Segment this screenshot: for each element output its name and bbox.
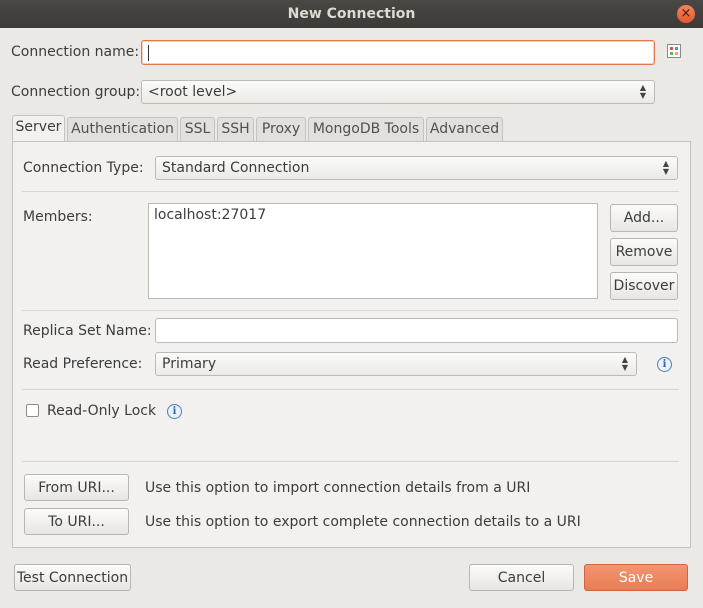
members-list[interactable]: localhost:27017: [148, 203, 598, 299]
save-button[interactable]: Save: [584, 564, 688, 591]
to-uri-button[interactable]: To URI...: [24, 508, 129, 535]
to-uri-description: Use this option to export complete conne…: [145, 514, 581, 530]
connection-type-value: Standard Connection: [162, 160, 310, 176]
tab-mongodb-tools[interactable]: MongoDB Tools: [308, 117, 424, 141]
window-title: New Connection: [287, 6, 416, 22]
tab-label: Authentication: [71, 121, 174, 137]
connection-group-value: <root level>: [148, 84, 238, 100]
connection-type-select[interactable]: Standard Connection ▲ ▼: [155, 156, 678, 180]
text-caret: [148, 45, 149, 61]
insert-variable-icon[interactable]: [667, 44, 681, 58]
divider: [22, 389, 679, 390]
tab-server[interactable]: Server: [12, 115, 65, 142]
test-connection-button[interactable]: Test Connection: [14, 564, 131, 591]
remove-member-button[interactable]: Remove: [610, 238, 678, 266]
divider: [22, 310, 679, 311]
combo-arrows-icon: ▲ ▼: [621, 355, 628, 372]
cancel-button[interactable]: Cancel: [469, 564, 574, 591]
tab-label: SSL: [184, 121, 211, 137]
tab-label: SSH: [221, 121, 250, 137]
info-icon[interactable]: i: [657, 357, 672, 372]
tab-label: Proxy: [261, 121, 301, 137]
connection-type-label: Connection Type:: [23, 160, 144, 176]
add-member-button[interactable]: Add...: [610, 204, 678, 232]
combo-arrows-icon: ▲ ▼: [639, 83, 646, 100]
tab-ssl[interactable]: SSL: [180, 117, 215, 141]
tab-label: MongoDB Tools: [312, 121, 420, 137]
connection-name-label: Connection name:: [11, 44, 140, 60]
connection-group-select[interactable]: <root level> ▲ ▼: [141, 80, 655, 104]
read-only-lock-checkbox[interactable]: [26, 404, 39, 417]
connection-group-label: Connection group:: [11, 84, 141, 100]
close-icon: ×: [680, 6, 692, 21]
combo-arrows-icon: ▲ ▼: [662, 159, 669, 176]
close-window-button[interactable]: ×: [677, 5, 695, 23]
divider: [22, 461, 679, 462]
replica-set-input[interactable]: [155, 318, 678, 343]
tab-proxy[interactable]: Proxy: [256, 117, 306, 141]
replica-set-label: Replica Set Name:: [23, 323, 152, 339]
tab-authentication[interactable]: Authentication: [67, 117, 178, 141]
read-preference-value: Primary: [162, 356, 217, 372]
list-item[interactable]: localhost:27017: [154, 207, 592, 223]
divider: [22, 191, 679, 192]
window-titlebar: New Connection: [0, 0, 703, 28]
tab-advanced[interactable]: Advanced: [426, 117, 503, 141]
info-icon[interactable]: i: [167, 404, 182, 419]
from-uri-button[interactable]: From URI...: [24, 474, 129, 501]
discover-members-button[interactable]: Discover: [610, 272, 678, 300]
from-uri-description: Use this option to import connection det…: [145, 480, 531, 496]
read-preference-label: Read Preference:: [23, 356, 143, 372]
members-label: Members:: [23, 209, 93, 225]
read-only-lock-label[interactable]: Read-Only Lock: [47, 403, 156, 419]
tab-label: Advanced: [429, 121, 500, 137]
tab-label: Server: [15, 119, 62, 135]
tab-ssh[interactable]: SSH: [217, 117, 254, 141]
read-preference-select[interactable]: Primary ▲ ▼: [155, 352, 637, 376]
connection-name-input[interactable]: [141, 40, 655, 65]
